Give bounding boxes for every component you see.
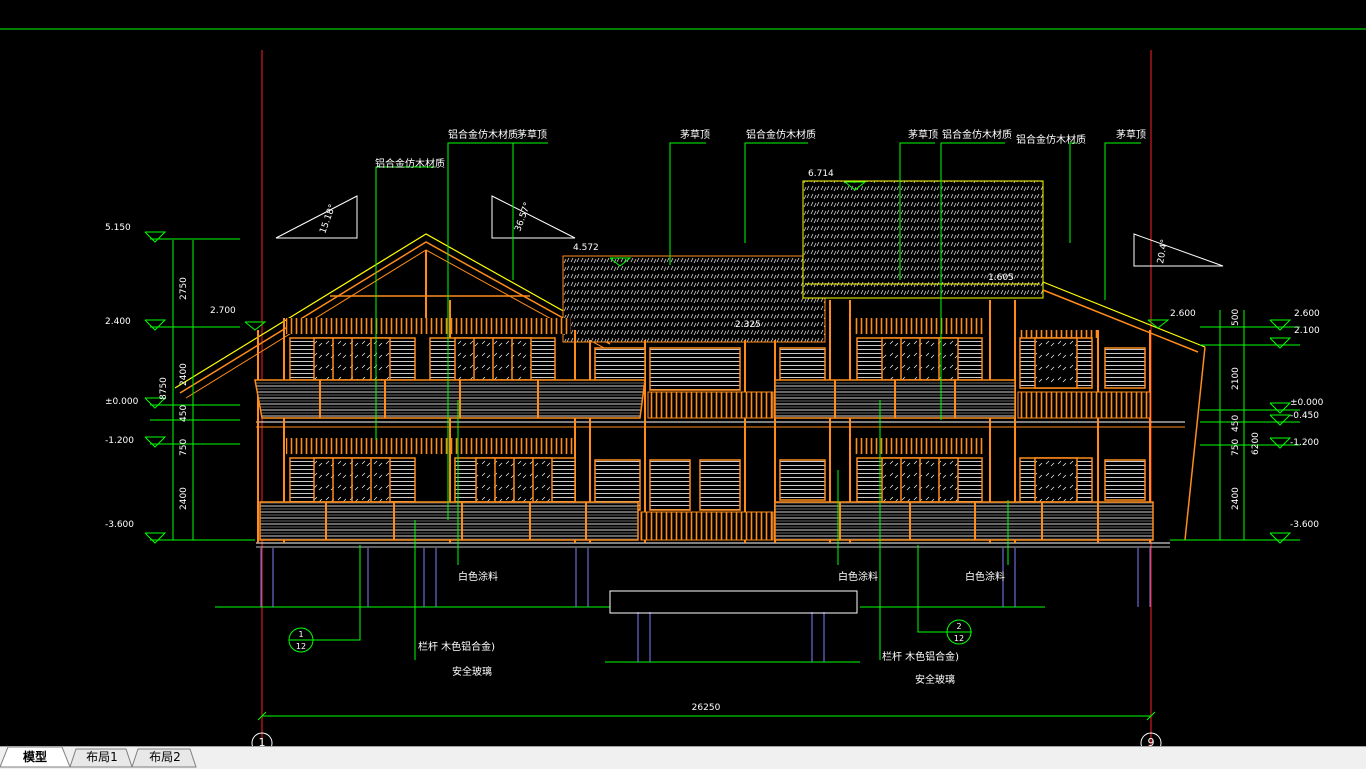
annot-glass-2: 安全玻璃 — [915, 673, 955, 686]
elev-2400: 2.400 — [105, 317, 131, 327]
wood-band-upper-left — [286, 318, 571, 334]
elev-1605: 1.605 — [988, 273, 1014, 283]
cad-model-space[interactable]: 26250 1 9 1 12 2 12 5.150 2.400 2.700 ±0… — [0, 0, 1366, 746]
detail-callout-1: 1 12 — [288, 627, 314, 653]
annot-thatch-3: 茅草顶 — [908, 129, 938, 141]
annot-thatch-4: 茅草顶 — [1116, 129, 1146, 141]
elev-2325: 2.325 — [735, 320, 761, 330]
annot-railing-2: 栏杆 木色铝合金) — [882, 650, 959, 663]
annot-thatch-2: 茅草顶 — [680, 129, 710, 141]
elev-6714: 6.714 — [808, 169, 834, 179]
layout-tab-bar: 模型 布局1 布局2 — [0, 746, 1366, 769]
annot-alu-wood-3: 铝合金仿木材质 — [746, 128, 816, 141]
wood-band-upper-far-right — [1018, 330, 1098, 338]
entry-platform — [609, 590, 858, 614]
wood-band-upper-right — [855, 318, 985, 334]
tab-layout1[interactable]: 布局1 — [78, 748, 126, 767]
elev-2700: 2.700 — [210, 306, 236, 316]
dim-left-2750: 2750 — [179, 277, 189, 300]
svg-text:1: 1 — [259, 736, 266, 746]
svg-text:2: 2 — [956, 622, 961, 631]
elev-m0450: -0.450 — [1290, 411, 1319, 421]
annot-alu-wood-2: 铝合金仿木材质 — [448, 128, 518, 141]
elev-m1200-left: -1.200 — [105, 436, 134, 446]
dim-right-2100: 2100 — [1231, 367, 1241, 390]
annot-thatch-1: 茅草顶 — [517, 129, 547, 141]
svg-text:12: 12 — [296, 642, 306, 651]
dim-right-750: 750 — [1231, 439, 1241, 456]
annot-alu-wood-5: 铝合金仿木材质 — [1016, 133, 1086, 146]
dim-left-2400b: 2400 — [179, 487, 189, 510]
elev-5150: 5.150 — [105, 223, 131, 233]
dim-left-450: 450 — [179, 405, 189, 422]
elev-m3600-right: -3.600 — [1290, 520, 1319, 530]
slope-label-2: 36.57° — [513, 201, 533, 233]
elev-0000-left: ±0.000 — [105, 397, 139, 407]
elev-2100: 2.100 — [1294, 326, 1320, 336]
elev-2600-a: 2.600 — [1170, 309, 1196, 319]
annot-alu-wood-4: 铝合金仿木材质 — [942, 128, 1012, 141]
tab-model[interactable]: 模型 — [12, 748, 58, 767]
dim-right-6200: 6200 — [1251, 432, 1261, 455]
stilt-columns — [260, 548, 1151, 662]
dim-right-2400: 2400 — [1231, 487, 1241, 510]
elev-4572: 4.572 — [573, 243, 599, 253]
dim-overall-width: 26250 — [692, 703, 721, 713]
elev-m1200-right: -1.200 — [1290, 438, 1319, 448]
dim-left-2400a: 2400 — [179, 363, 189, 386]
tab-layout2[interactable]: 布局2 — [140, 748, 190, 767]
annot-white-paint-1: 白色涂料 — [458, 570, 498, 583]
annot-alu-wood-1: 铝合金仿木材质 — [375, 157, 445, 170]
svg-text:1: 1 — [298, 630, 303, 639]
elev-2600-b: 2.600 — [1294, 309, 1320, 319]
annot-railing-1: 栏杆 木色铝合金) — [418, 640, 495, 653]
annot-white-paint-3: 白色涂料 — [965, 570, 1005, 583]
elev-m3600-left: -3.600 — [105, 520, 134, 530]
dim-left-8750: 8750 — [159, 377, 169, 400]
annot-glass-1: 安全玻璃 — [452, 665, 492, 678]
wood-band-lower-left — [286, 438, 576, 454]
dim-right-500: 500 — [1231, 309, 1241, 326]
thatch-roof-middle — [562, 255, 826, 343]
svg-text:12: 12 — [954, 634, 964, 643]
dim-right-450: 450 — [1231, 415, 1241, 432]
slope-label-1: 15.18° — [318, 203, 338, 235]
wood-band-lower-right — [855, 438, 985, 454]
dim-left-750: 750 — [179, 439, 189, 456]
detail-callout-2: 2 12 — [946, 619, 972, 645]
elev-0000-right: ±0.000 — [1290, 398, 1324, 408]
annot-white-paint-2: 白色涂料 — [838, 570, 878, 583]
svg-text:9: 9 — [1148, 736, 1155, 746]
overall-dimension: 26250 — [257, 703, 1156, 721]
